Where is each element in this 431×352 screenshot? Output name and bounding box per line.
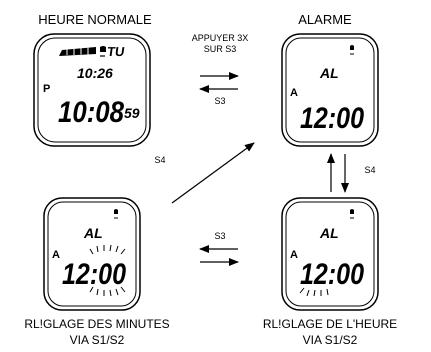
arrow-minutes-to-alarm [171, 142, 255, 204]
alarm-mode-display: AL [83, 225, 103, 241]
alarm-time-display: 12:00 [300, 102, 364, 135]
am-indicator: A [290, 87, 298, 99]
pm-indicator: P [43, 83, 50, 95]
diagram: HEURE NORMALE ALARME APPUYER 3X SUR S3 S… [0, 0, 431, 352]
watch-alarm: AL A 12:00 [281, 33, 379, 147]
time-display: 10:08 [58, 96, 124, 129]
am-indicator: A [290, 249, 298, 261]
alarm-time-display: 12:00 [300, 258, 364, 291]
watch-normal: TU 10:26 P 10:08 59 [33, 33, 151, 147]
watch-hours-setting: AL A 12:00 [281, 197, 379, 311]
am-indicator: A [52, 249, 60, 261]
seconds-display: 59 [124, 105, 140, 121]
alarm-mode-display: AL [319, 65, 339, 81]
alarm-time-display: 12:00 [62, 258, 126, 291]
alarm-mode-display: AL [319, 225, 339, 241]
day-display: TU [106, 44, 125, 59]
date-display: 10:26 [77, 65, 113, 81]
watch-minutes-setting: AL A 12:00 [43, 197, 141, 311]
